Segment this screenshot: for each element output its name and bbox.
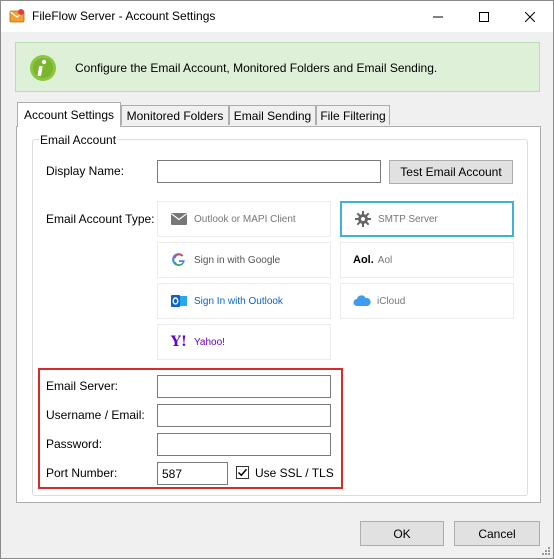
window-title: FileFlow Server - Account Settings <box>32 9 216 23</box>
test-email-account-button[interactable]: Test Email Account <box>389 160 513 184</box>
minimize-icon <box>433 16 443 17</box>
account-type-label-outlook-mapi: Outlook or MAPI Client <box>194 213 296 225</box>
gear-icon <box>352 211 374 227</box>
account-type-google[interactable]: Sign in with Google <box>157 242 331 278</box>
account-type-label-smtp: SMTP Server <box>378 213 438 225</box>
maximize-icon <box>479 11 489 22</box>
app-mail-icon <box>9 9 25 23</box>
port-number-label: Port Number: <box>46 466 118 480</box>
port-number-input[interactable] <box>157 462 228 485</box>
account-type-label-outlook-signin: Sign In with Outlook <box>194 295 283 307</box>
checkmark-icon <box>237 468 248 477</box>
account-type-smtp[interactable]: SMTP Server <box>340 201 514 237</box>
resize-grip-icon[interactable] <box>539 544 551 556</box>
yahoo-icon: Y! <box>170 334 188 350</box>
account-type-yahoo[interactable]: Y! Yahoo! <box>157 324 331 360</box>
account-type-outlook-mapi[interactable]: Outlook or MAPI Client <box>157 201 331 237</box>
account-type-label-yahoo: Yahoo! <box>194 336 225 348</box>
password-label: Password: <box>46 437 103 451</box>
username-input[interactable] <box>157 404 331 427</box>
account-type-aol[interactable]: Aol. Aol <box>340 242 514 278</box>
tab-file-filtering[interactable]: File Filtering <box>316 105 390 125</box>
close-icon <box>525 11 535 22</box>
account-type-label: Email Account Type: <box>46 212 155 226</box>
display-name-label: Display Name: <box>46 164 125 178</box>
account-type-icloud[interactable]: iCloud <box>340 283 514 319</box>
email-server-label: Email Server: <box>46 379 119 393</box>
aol-icon: Aol. <box>353 254 374 266</box>
tab-monitored-folders[interactable]: Monitored Folders <box>121 105 229 125</box>
tab-email-sending[interactable]: Email Sending <box>229 105 316 125</box>
info-banner: Configure the Email Account, Monitored F… <box>15 42 540 92</box>
outlook-icon <box>168 293 190 309</box>
ssl-label[interactable]: Use SSL / TLS <box>255 466 334 480</box>
cloud-icon <box>351 295 373 307</box>
envelope-icon <box>168 213 190 225</box>
title-bar[interactable]: FileFlow Server - Account Settings <box>1 1 553 32</box>
ssl-checkbox[interactable] <box>236 466 249 479</box>
maximize-button[interactable] <box>461 1 507 32</box>
google-icon <box>168 253 190 267</box>
username-label: Username / Email: <box>46 408 145 422</box>
ok-button[interactable]: OK <box>360 521 444 546</box>
group-title: Email Account <box>39 133 118 147</box>
account-type-label-aol: Aol <box>377 254 393 266</box>
cancel-button[interactable]: Cancel <box>454 521 540 546</box>
banner-text: Configure the Email Account, Monitored F… <box>75 61 438 75</box>
account-settings-window: FileFlow Server - Account Settings Confi… <box>0 0 554 559</box>
info-icon <box>30 55 56 81</box>
password-input[interactable] <box>157 433 331 456</box>
account-type-label-google: Sign in with Google <box>194 254 281 266</box>
minimize-button[interactable] <box>415 1 461 32</box>
display-name-input[interactable] <box>157 160 381 183</box>
close-button[interactable] <box>507 1 553 32</box>
tab-account-settings[interactable]: Account Settings <box>17 102 121 127</box>
account-type-label-icloud: iCloud <box>377 295 406 307</box>
account-type-outlook-signin[interactable]: Sign In with Outlook <box>157 283 331 319</box>
email-server-input[interactable] <box>157 375 331 398</box>
